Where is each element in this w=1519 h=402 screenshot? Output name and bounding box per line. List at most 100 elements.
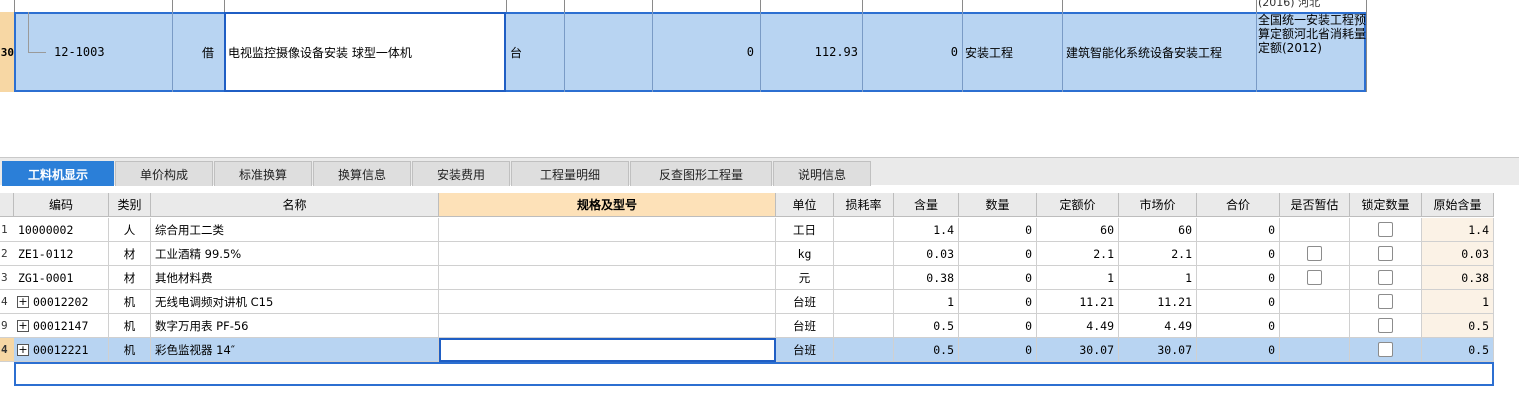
cell-type[interactable]: 机 — [109, 338, 151, 362]
header-lock-quantity[interactable]: 锁定数量 — [1350, 193, 1422, 217]
cell-loss-rate[interactable] — [834, 242, 894, 266]
cell-content[interactable]: 0.03 — [894, 242, 959, 266]
cell-quantity[interactable]: 0 — [959, 242, 1037, 266]
cell-name[interactable]: 数字万用表 PF-56 — [151, 314, 439, 338]
header-original-content[interactable]: 原始含量 — [1422, 193, 1494, 217]
tab-reverse-graphic-quantity[interactable]: 反查图形工程量 — [630, 161, 772, 186]
cell-quota-price[interactable]: 4.49 — [1037, 314, 1119, 338]
cell-loss-rate[interactable] — [834, 338, 894, 362]
cell-spec[interactable] — [439, 266, 776, 290]
cell-loss-rate[interactable] — [834, 218, 894, 242]
cell-spec[interactable] — [439, 242, 776, 266]
cell-market-price[interactable]: 11.21 — [1119, 290, 1197, 314]
table-row-selected[interactable]: 4 +00012221 机 彩色监视器 14″ 台班 0.5 0 30.07 3… — [0, 338, 1494, 362]
cell-quota-price[interactable]: 2.1 — [1037, 242, 1119, 266]
cell-name[interactable]: 工业酒精 99.5% — [151, 242, 439, 266]
cell-type[interactable]: 材 — [109, 266, 151, 290]
cell-quantity[interactable]: 0 — [959, 266, 1037, 290]
cell-type[interactable]: 材 — [109, 242, 151, 266]
header-code[interactable]: 编码 — [14, 193, 109, 217]
cell-loss-rate[interactable] — [834, 314, 894, 338]
tab-installation-fees[interactable]: 安装费用 — [412, 161, 510, 186]
header-type[interactable]: 类别 — [109, 193, 151, 217]
cell-quantity[interactable]: 0 — [959, 338, 1037, 362]
tab-description[interactable]: 说明信息 — [773, 161, 871, 186]
tab-conversion-info[interactable]: 换算信息 — [313, 161, 411, 186]
cell-market-price[interactable]: 60 — [1119, 218, 1197, 242]
cell-content[interactable]: 1.4 — [894, 218, 959, 242]
cell-name[interactable]: 彩色监视器 14″ — [151, 338, 439, 362]
cell-code[interactable]: +00012202 — [14, 290, 109, 314]
lock-quantity-checkbox[interactable] — [1378, 294, 1393, 309]
cell-unit[interactable]: 台班 — [776, 314, 834, 338]
table-row[interactable]: 9 +00012147 机 数字万用表 PF-56 台班 0.5 0 4.49 … — [0, 314, 1494, 338]
cell-code[interactable]: ZG1-0001 — [14, 266, 109, 290]
cell-unit[interactable]: 台班 — [776, 290, 834, 314]
header-total[interactable]: 合价 — [1197, 193, 1280, 217]
cell-quantity[interactable]: 0 — [959, 314, 1037, 338]
lock-quantity-checkbox[interactable] — [1378, 222, 1393, 237]
header-quantity[interactable]: 数量 — [959, 193, 1037, 217]
expand-icon[interactable]: + — [17, 343, 29, 356]
is-estimate-checkbox[interactable] — [1307, 270, 1322, 285]
header-spec[interactable]: 规格及型号 — [439, 193, 776, 217]
cell-unit[interactable]: 台班 — [776, 338, 834, 362]
cell-code[interactable]: ZE1-0112 — [14, 242, 109, 266]
header-content[interactable]: 含量 — [894, 193, 959, 217]
expand-icon[interactable]: + — [17, 295, 29, 308]
cell-loss-rate[interactable] — [834, 266, 894, 290]
cell-quantity[interactable]: 0 — [959, 290, 1037, 314]
tab-labor-material-machine[interactable]: 工料机显示 — [2, 161, 114, 186]
header-loss-rate[interactable]: 损耗率 — [834, 193, 894, 217]
lock-quantity-checkbox[interactable] — [1378, 270, 1393, 285]
cell-market-price[interactable]: 1 — [1119, 266, 1197, 290]
header-is-estimate[interactable]: 是否暂估 — [1280, 193, 1350, 217]
cell-code[interactable]: +00012221 — [14, 338, 109, 362]
cell-market-price[interactable]: 30.07 — [1119, 338, 1197, 362]
cell-content[interactable]: 0.38 — [894, 266, 959, 290]
cell-quota-price[interactable]: 60 — [1037, 218, 1119, 242]
header-quota-price[interactable]: 定额价 — [1037, 193, 1119, 217]
tab-quantity-details[interactable]: 工程量明细 — [511, 161, 629, 186]
table-row[interactable]: 1 10000002 人 综合用工二类 工日 1.4 0 60 60 0 1.4 — [0, 218, 1494, 242]
lock-quantity-checkbox[interactable] — [1378, 342, 1393, 357]
cell-quota-price[interactable]: 30.07 — [1037, 338, 1119, 362]
cell-market-price[interactable]: 4.49 — [1119, 314, 1197, 338]
table-row[interactable]: 4 +00012202 机 无线电调频对讲机 C15 台班 1 0 11.21 … — [0, 290, 1494, 314]
cell-content[interactable]: 0.5 — [894, 338, 959, 362]
cell-market-price[interactable]: 2.1 — [1119, 242, 1197, 266]
cell-name[interactable]: 无线电调频对讲机 C15 — [151, 290, 439, 314]
cell-content[interactable]: 1 — [894, 290, 959, 314]
cell-code[interactable]: +00012147 — [14, 314, 109, 338]
table-row[interactable]: 3 ZG1-0001 材 其他材料费 元 0.38 0 1 1 0 0.38 — [0, 266, 1494, 290]
lock-quantity-checkbox[interactable] — [1378, 318, 1393, 333]
header-unit[interactable]: 单位 — [776, 193, 834, 217]
cell-name[interactable]: 综合用工二类 — [151, 218, 439, 242]
quota-quantity: 0 — [746, 45, 754, 59]
cell-spec[interactable] — [439, 218, 776, 242]
cell-content[interactable]: 0.5 — [894, 314, 959, 338]
tab-standard-conversion[interactable]: 标准换算 — [214, 161, 312, 186]
cell-code[interactable]: 10000002 — [14, 218, 109, 242]
cell-spec[interactable] — [439, 290, 776, 314]
cell-name[interactable]: 其他材料费 — [151, 266, 439, 290]
cell-spec-active[interactable] — [439, 338, 776, 362]
lock-quantity-checkbox[interactable] — [1378, 246, 1393, 261]
expand-icon[interactable]: + — [17, 319, 29, 332]
header-name[interactable]: 名称 — [151, 193, 439, 217]
cell-quota-price[interactable]: 1 — [1037, 266, 1119, 290]
cell-type[interactable]: 人 — [109, 218, 151, 242]
is-estimate-checkbox[interactable] — [1307, 246, 1322, 261]
cell-spec[interactable] — [439, 314, 776, 338]
cell-unit[interactable]: kg — [776, 242, 834, 266]
cell-type[interactable]: 机 — [109, 314, 151, 338]
cell-quantity[interactable]: 0 — [959, 218, 1037, 242]
cell-quota-price[interactable]: 11.21 — [1037, 290, 1119, 314]
cell-unit[interactable]: 工日 — [776, 218, 834, 242]
tab-unit-price-composition[interactable]: 单价构成 — [115, 161, 213, 186]
table-row[interactable]: 2 ZE1-0112 材 工业酒精 99.5% kg 0.03 0 2.1 2.… — [0, 242, 1494, 266]
cell-type[interactable]: 机 — [109, 290, 151, 314]
cell-unit[interactable]: 元 — [776, 266, 834, 290]
cell-loss-rate[interactable] — [834, 290, 894, 314]
header-market-price[interactable]: 市场价 — [1119, 193, 1197, 217]
